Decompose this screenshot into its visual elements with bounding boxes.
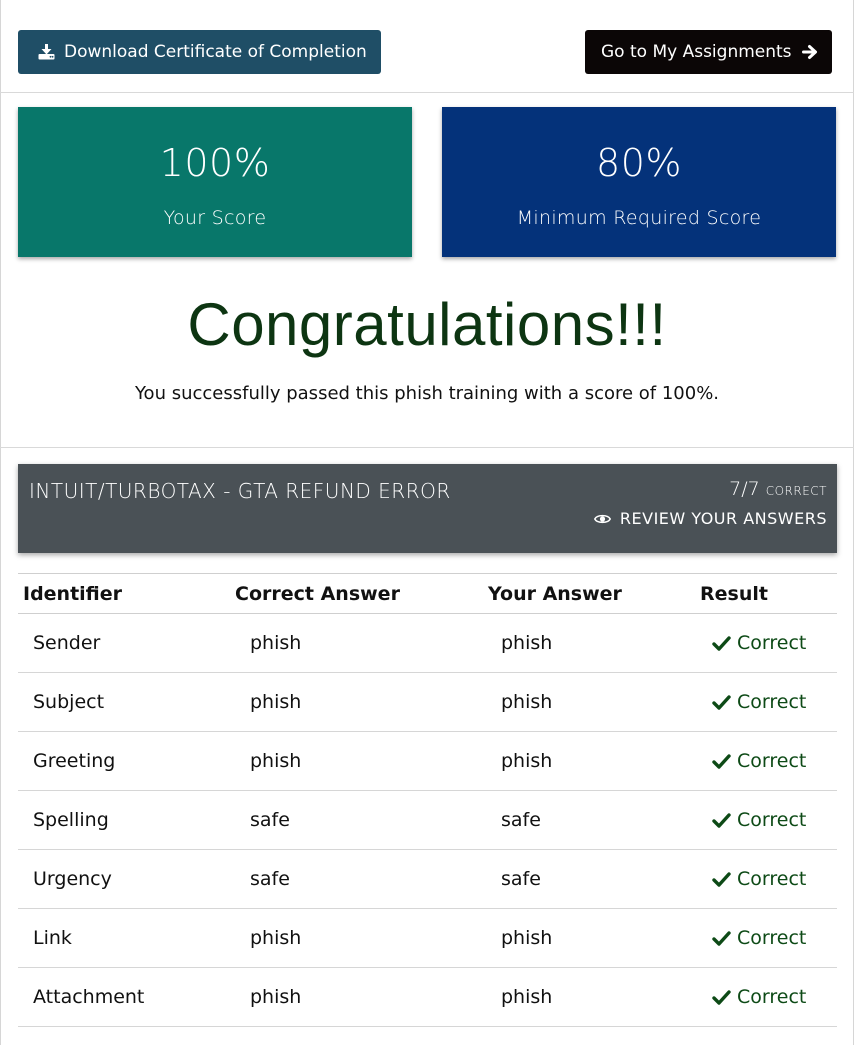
- your-score-label: Your Score: [163, 207, 267, 229]
- result-cell: Correct: [700, 908, 837, 968]
- result-cell: Correct: [700, 672, 837, 732]
- your-score-card: 100% Your Score: [18, 107, 412, 257]
- identifier-cell: Urgency: [18, 849, 235, 909]
- result-cell: Correct: [700, 613, 837, 673]
- correct-answer-cell: phish: [235, 731, 488, 791]
- correct-answer-cell: phish: [235, 613, 488, 673]
- go-to-assignments-label: Go to My Assignments: [601, 42, 792, 62]
- your-answer-cell: phish: [488, 731, 700, 791]
- table-row: Urgency safe safe Correct: [18, 849, 837, 909]
- table-row: Greeting phish phish Correct: [18, 731, 837, 791]
- result-cell: Correct: [700, 967, 837, 1027]
- result-label: Correct: [737, 986, 807, 1008]
- result-label: Correct: [737, 868, 807, 890]
- check-icon: [712, 753, 731, 769]
- result-cell: Correct: [700, 790, 837, 850]
- your-answer-cell: safe: [488, 790, 700, 850]
- review-answers-link[interactable]: REVIEW YOUR ANSWERS: [593, 509, 827, 528]
- check-icon: [712, 930, 731, 946]
- result-cell: Correct: [700, 849, 837, 909]
- minimum-score-label: Minimum Required Score: [516, 207, 762, 229]
- your-answer-cell: phish: [488, 967, 700, 1027]
- identifier-cell: Link: [18, 908, 235, 968]
- table-row: Link phish phish Correct: [18, 908, 837, 968]
- check-icon: [712, 871, 731, 887]
- result-label: Correct: [737, 809, 807, 831]
- download-certificate-label: Download Certificate of Completion: [64, 42, 367, 62]
- your-answer-cell: phish: [488, 672, 700, 732]
- header-correct-answer: Correct Answer: [235, 573, 488, 614]
- download-icon: [38, 44, 55, 60]
- correct-answer-cell: safe: [235, 849, 488, 909]
- correct-answer-cell: phish: [235, 672, 488, 732]
- check-icon: [712, 635, 731, 651]
- review-answers-label: REVIEW YOUR ANSWERS: [619, 509, 827, 528]
- identifier-cell: Attachment: [18, 967, 235, 1027]
- correct-answer-cell: phish: [235, 908, 488, 968]
- pass-message: You successfully passed this phish train…: [134, 383, 720, 404]
- section-divider: [0, 447, 854, 448]
- result-label: Correct: [737, 632, 807, 654]
- check-icon: [712, 812, 731, 828]
- your-answer-cell: safe: [488, 849, 700, 909]
- minimum-score-value: 80%: [596, 141, 682, 185]
- your-score-value: 100%: [159, 141, 271, 185]
- congratulations-heading: Congratulations!!!: [187, 291, 667, 358]
- results-table: Identifier Correct Answer Your Answer Re…: [18, 573, 837, 1027]
- eye-icon: [593, 513, 611, 525]
- check-icon: [712, 694, 731, 710]
- result-label: Correct: [737, 750, 807, 772]
- minimum-score-card: 80% Minimum Required Score: [442, 107, 836, 257]
- identifier-cell: Subject: [18, 672, 235, 732]
- header-result: Result: [700, 573, 837, 614]
- download-certificate-button[interactable]: Download Certificate of Completion: [18, 30, 381, 74]
- go-to-assignments-button[interactable]: Go to My Assignments: [585, 30, 832, 74]
- arrow-right-icon: [801, 44, 818, 60]
- correct-count-value: 7/7: [729, 478, 760, 500]
- identifier-cell: Sender: [18, 613, 235, 673]
- identifier-cell: Greeting: [18, 731, 235, 791]
- action-bar: Download Certificate of Completion Go to…: [0, 0, 854, 93]
- your-answer-cell: phish: [488, 908, 700, 968]
- table-header-row: Identifier Correct Answer Your Answer Re…: [18, 573, 837, 614]
- result-label: Correct: [737, 927, 807, 949]
- result-cell: Correct: [700, 731, 837, 791]
- correct-count-label: CORRECT: [765, 484, 827, 498]
- correct-answer-cell: safe: [235, 790, 488, 850]
- training-title: INTUIT/TURBOTAX - GTA REFUND ERROR: [29, 479, 451, 503]
- table-row: Attachment phish phish Correct: [18, 967, 837, 1027]
- correct-answer-cell: phish: [235, 967, 488, 1027]
- identifier-cell: Spelling: [18, 790, 235, 850]
- check-icon: [712, 989, 731, 1005]
- table-row: Subject phish phish Correct: [18, 672, 837, 732]
- table-row: Sender phish phish Correct: [18, 613, 837, 673]
- result-label: Correct: [737, 691, 807, 713]
- header-your-answer: Your Answer: [488, 573, 700, 614]
- correct-count: 7/7 CORRECT: [729, 478, 827, 500]
- header-identifier: Identifier: [18, 573, 235, 614]
- table-row: Spelling safe safe Correct: [18, 790, 837, 850]
- training-header: INTUIT/TURBOTAX - GTA REFUND ERROR 7/7 C…: [18, 464, 837, 553]
- your-answer-cell: phish: [488, 613, 700, 673]
